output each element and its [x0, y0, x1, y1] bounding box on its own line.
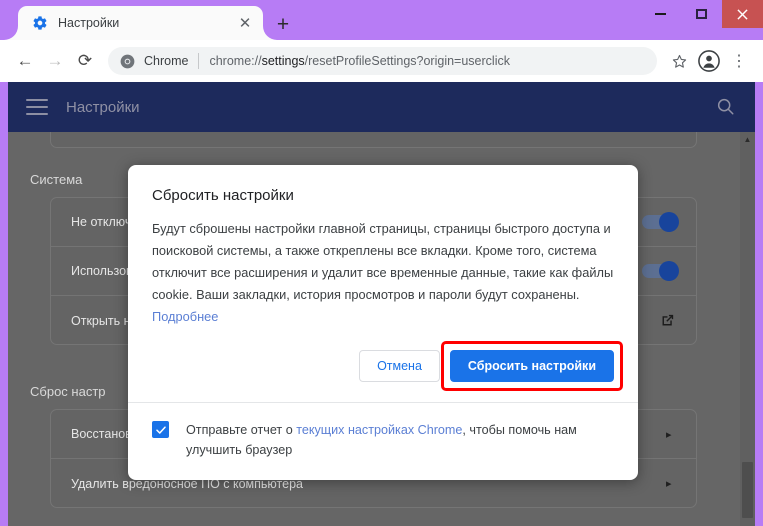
chrome-logo-icon — [120, 54, 135, 69]
current-settings-link[interactable]: текущих настройках Chrome — [296, 423, 462, 437]
footer-text-part1: Отправьте отчет о — [186, 423, 297, 437]
browser-titlebar: Настройки ✕ + — [0, 0, 763, 40]
close-window-button[interactable] — [722, 0, 763, 28]
dialog-actions: Отмена Сбросить настройки — [128, 328, 638, 402]
hamburger-menu-icon[interactable] — [26, 99, 48, 115]
external-link-icon[interactable] — [659, 312, 676, 329]
address-bar[interactable]: Chrome chrome://settings/resetProfileSet… — [108, 47, 657, 75]
browser-menu-icon[interactable]: ⋮ — [725, 47, 753, 75]
back-button[interactable]: ← — [10, 46, 40, 76]
window-edge-left — [0, 82, 8, 526]
section-label-reset: Сброс настр — [30, 384, 106, 399]
page-title: Настройки — [66, 98, 140, 116]
close-icon[interactable]: ✕ — [235, 13, 255, 33]
toggle-switch[interactable] — [642, 212, 679, 232]
send-report-label: Отправьте отчет о текущих настройках Chr… — [186, 420, 614, 461]
learn-more-link[interactable]: Подробнее — [152, 309, 218, 324]
gear-icon — [32, 15, 48, 31]
minimize-button[interactable] — [640, 0, 681, 28]
dialog-body-text: Будут сброшены настройки главной страниц… — [152, 221, 614, 302]
reload-button[interactable]: ⟳ — [70, 46, 100, 76]
security-chip-label: Chrome — [144, 54, 189, 68]
toggle-switch[interactable] — [642, 261, 679, 281]
new-tab-button[interactable]: + — [270, 12, 296, 36]
scroll-up-arrow-icon[interactable]: ▲ — [740, 132, 755, 147]
omnibox-separator — [198, 53, 200, 69]
browser-tab-settings[interactable]: Настройки ✕ — [18, 6, 263, 40]
section-label-system: Система — [30, 172, 83, 187]
url-host: settings — [261, 54, 305, 68]
checkmark-icon — [155, 425, 166, 434]
reset-settings-dialog: Сбросить настройки Будут сброшены настро… — [128, 165, 638, 480]
maximize-icon — [696, 9, 707, 19]
page-scrollbar[interactable]: ▲ — [740, 132, 755, 526]
browser-toolbar: ← → ⟳ Chrome chrome://settings/resetProf… — [0, 40, 763, 82]
tab-corner-left — [4, 26, 18, 40]
url-scheme: chrome:// — [209, 54, 262, 68]
tab-title: Настройки — [58, 16, 120, 30]
maximize-button[interactable] — [681, 0, 722, 28]
reset-settings-confirm-button[interactable]: Сбросить настройки — [449, 350, 614, 382]
url-path: /resetProfileSettings?origin=userclick — [304, 54, 510, 68]
profile-avatar-icon[interactable] — [695, 47, 723, 75]
bookmark-star-icon[interactable] — [665, 47, 693, 75]
dialog-title: Сбросить настройки — [152, 187, 294, 204]
dialog-footer: Отправьте отчет о текущих настройках Chr… — [128, 402, 638, 480]
settings-toolbar: Настройки — [8, 82, 755, 132]
window-edge-right — [755, 82, 763, 526]
scrollbar-thumb[interactable] — [742, 462, 753, 518]
search-icon[interactable] — [715, 96, 737, 118]
window-controls — [640, 0, 763, 28]
chevron-right-icon: ▸ — [666, 478, 672, 490]
forward-button: → — [46, 51, 64, 70]
settings-card-previous — [50, 132, 697, 148]
confirm-button-wrapper: Сбросить настройки — [440, 341, 623, 391]
cancel-button[interactable]: Отмена — [359, 350, 440, 382]
browser-window: Настройки ✕ + ← → ⟳ Chrome chrome://sett… — [0, 0, 763, 526]
dialog-body: Будут сброшены настройки главной страниц… — [128, 204, 638, 328]
chevron-right-icon: ▸ — [666, 428, 672, 441]
minimize-icon — [655, 13, 666, 15]
close-window-icon — [737, 8, 748, 20]
send-report-checkbox[interactable] — [152, 421, 169, 438]
url-text: chrome://settings/resetProfileSettings?o… — [209, 54, 510, 68]
